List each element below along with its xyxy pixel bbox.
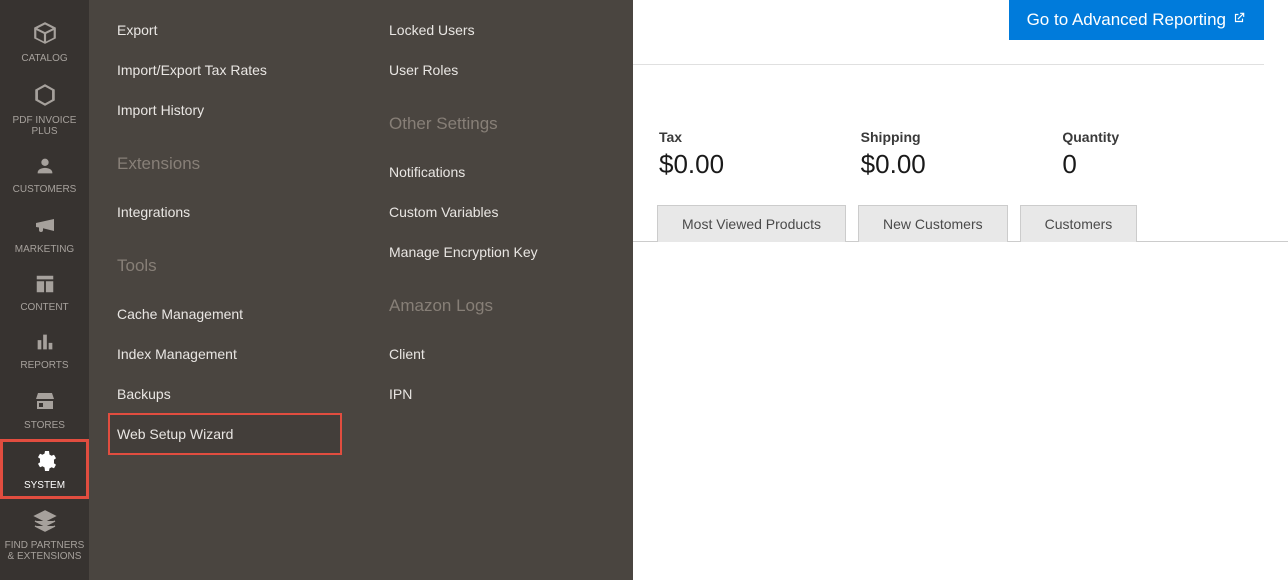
nav-label: CUSTOMERS [13, 184, 77, 195]
nav-label: REPORTS [20, 360, 68, 371]
menu-locked-users[interactable]: Locked Users [389, 10, 605, 50]
stat-value: $0.00 [861, 149, 1063, 180]
nav-label: CONTENT [20, 302, 68, 313]
stat-value: 0 [1062, 149, 1264, 180]
stat-tax: Tax $0.00 [659, 129, 861, 180]
layout-icon [2, 273, 87, 298]
stat-value: $0.00 [659, 149, 861, 180]
stat-label: Shipping [861, 129, 1063, 145]
nav-label: FIND PARTNERS & EXTENSIONS [5, 540, 85, 562]
button-label: Go to Advanced Reporting [1027, 10, 1226, 30]
stat-shipping: Shipping $0.00 [861, 129, 1063, 180]
menu-user-roles[interactable]: User Roles [389, 50, 605, 90]
nav-pdf-invoice[interactable]: PDF INVOICE PLUS [0, 72, 89, 145]
system-flyout: Export Import/Export Tax Rates Import Hi… [89, 0, 633, 580]
section-extensions: Extensions [117, 154, 333, 174]
admin-sidebar: CATALOG PDF INVOICE PLUS CUSTOMERS MARKE… [0, 0, 89, 580]
tab-new-customers[interactable]: New Customers [858, 205, 1008, 242]
nav-catalog[interactable]: CATALOG [0, 10, 89, 72]
nav-label: SYSTEM [24, 480, 65, 491]
nav-content[interactable]: CONTENT [0, 263, 89, 321]
hexagon-icon [2, 82, 87, 111]
section-amazon-logs: Amazon Logs [389, 296, 605, 316]
store-icon [2, 389, 87, 416]
section-tools: Tools [117, 256, 333, 276]
nav-label: MARKETING [15, 244, 74, 255]
section-other-settings: Other Settings [389, 114, 605, 134]
cube-icon [2, 20, 87, 49]
nav-marketing[interactable]: MARKETING [0, 203, 89, 263]
external-link-icon [1232, 10, 1246, 30]
nav-label: PDF INVOICE PLUS [13, 115, 77, 137]
nav-find-partners[interactable]: FIND PARTNERS & EXTENSIONS [0, 499, 89, 570]
menu-amazon-ipn[interactable]: IPN [389, 374, 605, 414]
advanced-reporting-button[interactable]: Go to Advanced Reporting [1009, 0, 1264, 40]
menu-encryption-key[interactable]: Manage Encryption Key [389, 232, 605, 272]
menu-index[interactable]: Index Management [117, 334, 333, 374]
menu-amazon-client[interactable]: Client [389, 334, 605, 374]
nav-reports[interactable]: REPORTS [0, 321, 89, 379]
gear-icon [2, 449, 87, 476]
flyout-col-2: Locked Users User Roles Other Settings N… [361, 0, 633, 580]
menu-integrations[interactable]: Integrations [117, 192, 333, 232]
nav-system[interactable]: SYSTEM [0, 439, 89, 499]
tab-most-viewed[interactable]: Most Viewed Products [657, 205, 846, 242]
flyout-col-1: Export Import/Export Tax Rates Import Hi… [89, 0, 361, 580]
nav-stores[interactable]: STORES [0, 379, 89, 439]
bars-icon [2, 331, 87, 356]
stat-quantity: Quantity 0 [1062, 129, 1264, 180]
nav-customers[interactable]: CUSTOMERS [0, 145, 89, 203]
menu-custom-variables[interactable]: Custom Variables [389, 192, 605, 232]
nav-label: STORES [24, 420, 65, 431]
tab-customers[interactable]: Customers [1020, 205, 1138, 242]
menu-export[interactable]: Export [117, 10, 333, 50]
menu-web-setup-wizard[interactable]: Web Setup Wizard [109, 414, 341, 454]
menu-tax-rates[interactable]: Import/Export Tax Rates [117, 50, 333, 90]
menu-cache[interactable]: Cache Management [117, 294, 333, 334]
stat-label: Quantity [1062, 129, 1264, 145]
megaphone-icon [2, 213, 87, 240]
nav-label: CATALOG [21, 53, 67, 64]
person-icon [2, 155, 87, 180]
menu-notifications[interactable]: Notifications [389, 152, 605, 192]
partners-icon [2, 509, 87, 536]
stat-label: Tax [659, 129, 861, 145]
menu-import-history[interactable]: Import History [117, 90, 333, 130]
menu-backups[interactable]: Backups [117, 374, 333, 414]
